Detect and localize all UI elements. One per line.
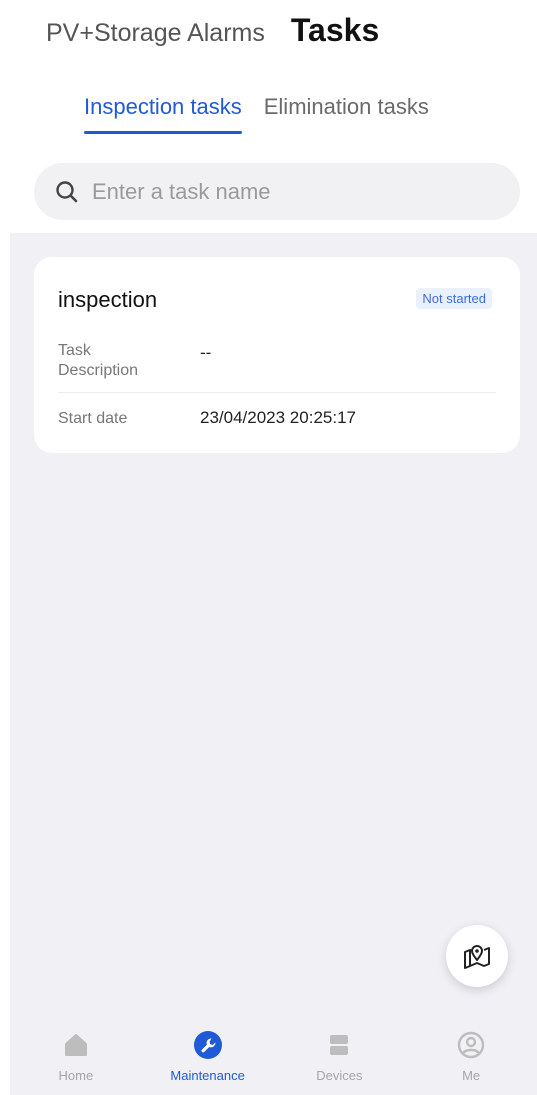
nav-me[interactable]: Me [405, 1022, 537, 1095]
user-icon [456, 1030, 486, 1060]
task-description-value: -- [200, 343, 212, 362]
wrench-icon [193, 1030, 223, 1060]
bottom-nav: Home Maintenance Devices Me [10, 1022, 537, 1095]
search-icon [56, 180, 78, 202]
map-location-icon [464, 945, 490, 969]
start-date-value: 23/04/2023 20:25:17 [200, 408, 356, 427]
home-icon [61, 1030, 91, 1060]
nav-devices-label: Devices [316, 1068, 363, 1083]
tab-inspection-tasks[interactable]: Inspection tasks [84, 94, 242, 134]
top-bar: PV+Storage Alarms Tasks Inspection tasks… [0, 0, 537, 233]
task-card[interactable]: inspection Not started Task Description … [34, 257, 520, 453]
nav-me-label: Me [462, 1068, 481, 1083]
tab-tasks[interactable]: Tasks [291, 12, 379, 49]
search-input[interactable] [92, 178, 472, 205]
tab-pv-storage-alarms[interactable]: PV+Storage Alarms [46, 19, 265, 48]
start-date-label: Start date [58, 410, 128, 427]
task-title: inspection [58, 287, 158, 312]
divider [58, 392, 496, 393]
header-tabs: PV+Storage Alarms Tasks [46, 12, 379, 49]
status-badge: Not started [416, 288, 492, 309]
nav-home[interactable]: Home [10, 1022, 142, 1095]
devices-icon [324, 1030, 354, 1060]
task-type-tabs: Inspection tasks Elimination tasks [84, 94, 429, 134]
nav-home-label: Home [58, 1068, 94, 1083]
nav-maintenance-label: Maintenance [170, 1068, 245, 1083]
map-location-button[interactable] [446, 925, 508, 987]
task-description-label: Task Description [58, 342, 139, 379]
tab-elimination-tasks[interactable]: Elimination tasks [264, 94, 429, 134]
nav-maintenance[interactable]: Maintenance [142, 1022, 274, 1095]
nav-devices[interactable]: Devices [274, 1022, 406, 1095]
search-bar[interactable] [34, 163, 520, 220]
